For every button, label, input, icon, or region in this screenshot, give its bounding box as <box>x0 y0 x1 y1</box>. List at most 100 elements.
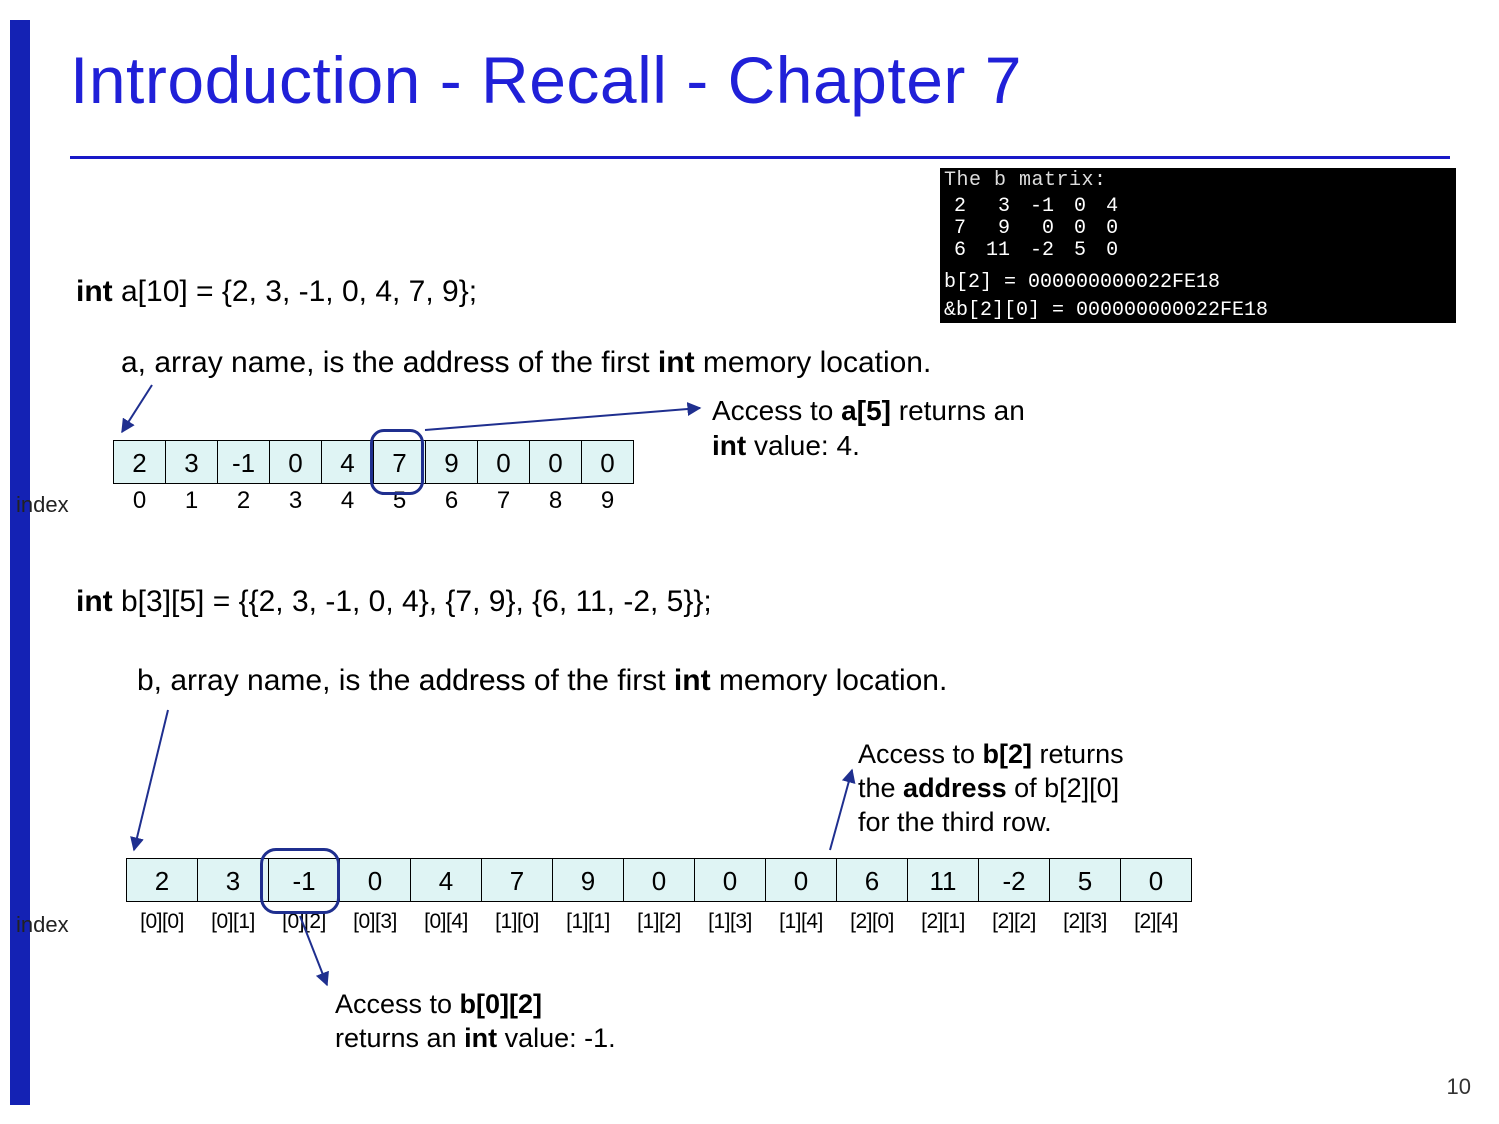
decl-b: int b[3][5] = {{2, 3, -1, 0, 4}, {7, 9},… <box>76 585 712 619</box>
console-header: The b matrix: <box>944 170 1452 192</box>
text: of the first <box>510 346 658 379</box>
console-output: The b matrix: 2 3 -1 0 4 7 9 0 0 0 6 11 … <box>940 168 1456 323</box>
console-matrix: 2 3 -1 0 4 7 9 0 0 0 6 11 -2 5 0 <box>944 196 1128 262</box>
mcell: 6 <box>944 240 976 262</box>
text: value: -1. <box>497 1023 616 1053</box>
idx: 0 <box>113 487 166 515</box>
idx: [0][0] <box>126 910 198 934</box>
text: Access to <box>712 395 841 426</box>
text: returns an <box>891 395 1025 426</box>
idx: [1][3] <box>694 910 766 934</box>
idx: [2][1] <box>907 910 979 934</box>
idx: 6 <box>425 487 478 515</box>
text: for the third row. <box>858 807 1052 837</box>
console-line-1: b[2] = 000000000022FE18 <box>944 272 1452 294</box>
text: memory location. <box>695 346 932 379</box>
address-word: address <box>419 664 526 697</box>
mcell: 2 <box>944 196 976 218</box>
code: b[2] <box>983 739 1033 769</box>
annotation-b02: Access to b[0][2] returns an int value: … <box>335 988 616 1056</box>
text: Access to <box>858 739 983 769</box>
array-cell: 0 <box>765 858 837 902</box>
mcell: 7 <box>944 218 976 240</box>
arrow-b2-annotation-to-cell <box>830 770 852 850</box>
arrow-b-name-to-array <box>134 710 168 850</box>
text: value: 4. <box>746 430 860 461</box>
annotation-b2: Access to b[2] returns the address of b[… <box>858 738 1124 839</box>
text: a, array name, is the <box>121 346 403 379</box>
console-line-2: &b[2][0] = 000000000022FE18 <box>944 300 1452 322</box>
keyword-int: int <box>712 430 746 461</box>
array-cell: 2 <box>113 440 166 484</box>
index-label-a: index <box>16 492 69 518</box>
text: the <box>858 773 903 803</box>
code: b[0][2] <box>460 989 543 1019</box>
array-a-indices: 0123456789 <box>113 487 634 515</box>
mcell: 0 <box>1064 196 1096 218</box>
decl-b-body: b[3][5] = {{2, 3, -1, 0, 4}, {7, 9}, {6,… <box>113 585 712 618</box>
idx: [1][0] <box>481 910 553 934</box>
idx: 8 <box>529 487 582 515</box>
array-cell: 7 <box>373 440 426 484</box>
idx: 5 <box>373 487 426 515</box>
slide-title: Introduction - Recall - Chapter 7 <box>70 42 1022 118</box>
array-cell: 3 <box>165 440 218 484</box>
mcell: 0 <box>1096 240 1128 262</box>
idx: [0][4] <box>410 910 482 934</box>
array-cell: -1 <box>268 858 340 902</box>
arrow-a-name-to-array <box>122 385 152 432</box>
accent-bar <box>10 20 30 1105</box>
decl-a-body: a[10] = {2, 3, -1, 0, 4, 7, 9}; <box>113 275 477 308</box>
array-cell: 6 <box>836 858 908 902</box>
text: returns an <box>335 1023 464 1053</box>
array-cell: 9 <box>552 858 624 902</box>
idx: 9 <box>581 487 634 515</box>
idx: 7 <box>477 487 530 515</box>
mcell: 11 <box>976 240 1020 262</box>
array-a: 23-10479000 <box>113 440 634 484</box>
array-cell: 0 <box>694 858 766 902</box>
array-cell: 0 <box>477 440 530 484</box>
array-cell: 11 <box>907 858 979 902</box>
page-number: 10 <box>1447 1074 1471 1100</box>
idx: 4 <box>321 487 374 515</box>
array-cell: 9 <box>425 440 478 484</box>
text: returns <box>1032 739 1124 769</box>
idx: [1][1] <box>552 910 624 934</box>
idx: 1 <box>165 487 218 515</box>
array-cell: 0 <box>581 440 634 484</box>
idx: [1][2] <box>623 910 695 934</box>
idx: [2][2] <box>978 910 1050 934</box>
arrow-a5-to-annotation <box>425 408 700 430</box>
index-label-b: index <box>16 912 69 938</box>
annotation-a5: Access to a[5] returns an int value: 4. <box>712 393 1025 463</box>
code: a[5] <box>841 395 891 426</box>
mcell: 5 <box>1064 240 1096 262</box>
expl-a: a, array name, is the address of the fir… <box>121 346 931 380</box>
keyword: address <box>903 773 1007 803</box>
slide: Introduction - Recall - Chapter 7 The b … <box>0 0 1499 1124</box>
text: Access to <box>335 989 460 1019</box>
mcell: 9 <box>976 218 1020 240</box>
array-b: 23-10479000611-250 <box>126 858 1192 902</box>
array-cell: -1 <box>217 440 270 484</box>
idx: [1][4] <box>765 910 837 934</box>
array-cell: 5 <box>1049 858 1121 902</box>
idx: 2 <box>217 487 270 515</box>
array-cell: 4 <box>321 440 374 484</box>
title-underline <box>70 156 1450 159</box>
idx: [0][2] <box>268 910 340 934</box>
mcell: -2 <box>1020 240 1064 262</box>
keyword-int: int <box>76 275 113 308</box>
array-cell: 0 <box>529 440 582 484</box>
idx: [0][1] <box>197 910 269 934</box>
idx: [2][3] <box>1049 910 1121 934</box>
array-cell: -2 <box>978 858 1050 902</box>
array-cell: 7 <box>481 858 553 902</box>
idx: [2][0] <box>836 910 908 934</box>
array-cell: 2 <box>126 858 198 902</box>
expl-b: b, array name, is the address of the fir… <box>137 664 947 698</box>
array-cell: 0 <box>623 858 695 902</box>
idx: [0][3] <box>339 910 411 934</box>
array-cell: 0 <box>1120 858 1192 902</box>
